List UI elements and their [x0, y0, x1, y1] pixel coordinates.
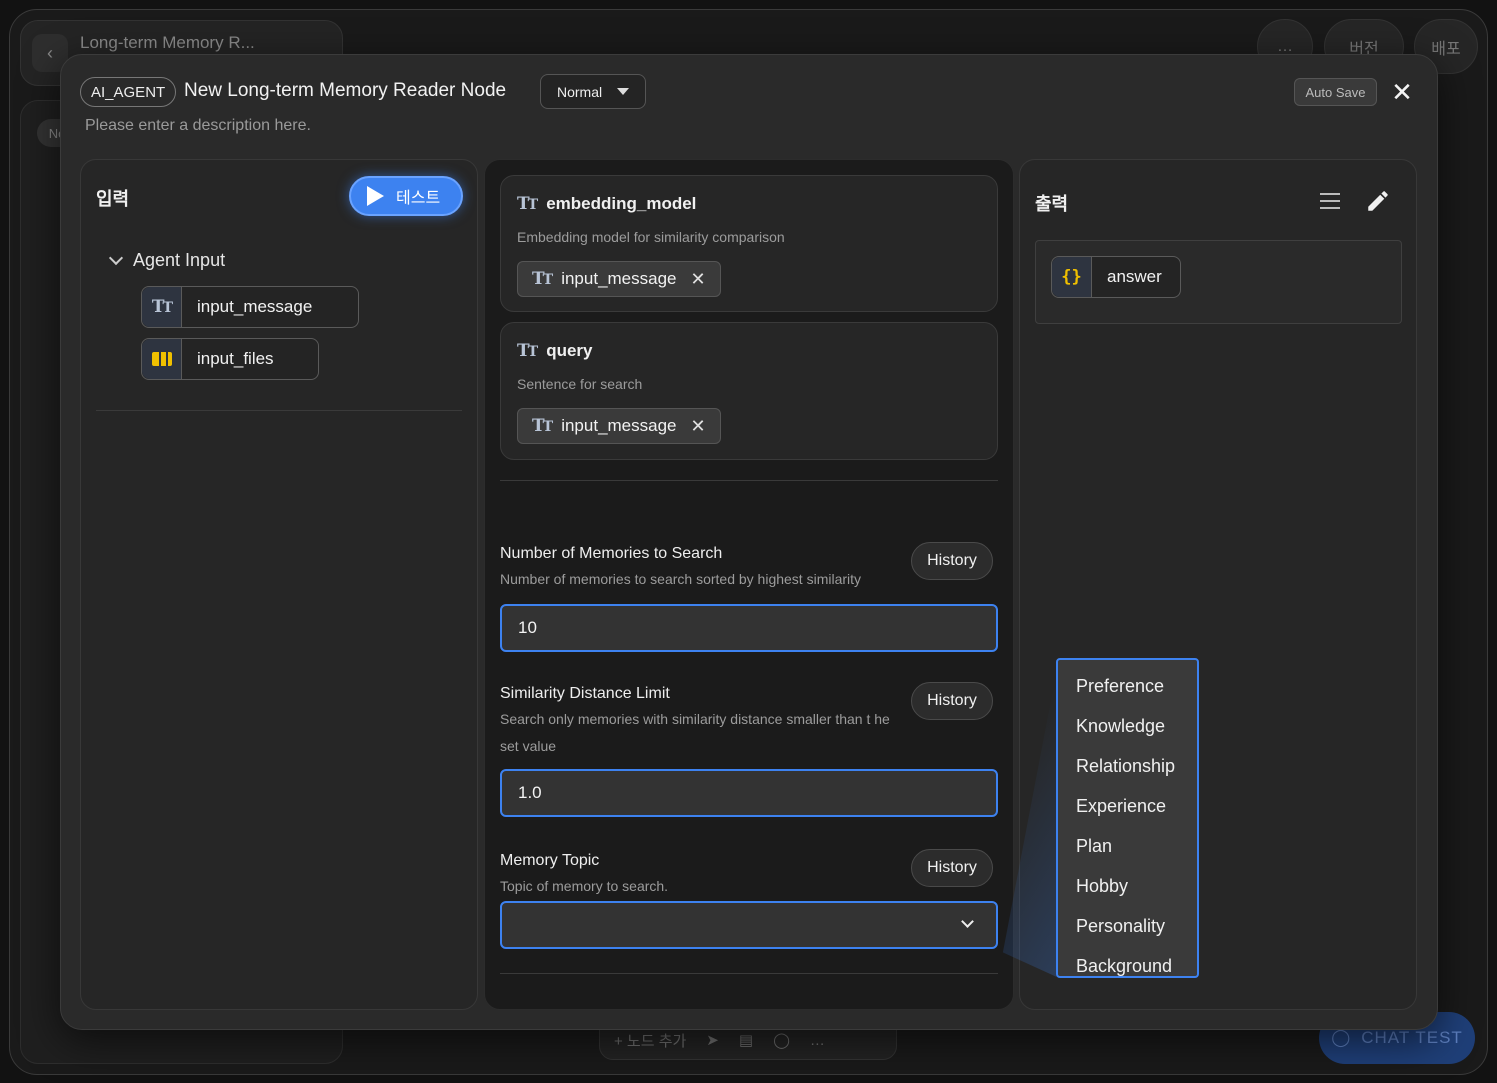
variable-label: input_files: [197, 349, 274, 368]
memory-topic-options: Preference Knowledge Relationship Experi…: [1056, 658, 1199, 978]
input-variable-message[interactable]: TT input_message: [141, 286, 359, 328]
option-preference[interactable]: Preference: [1058, 666, 1197, 706]
query-chip[interactable]: TT input_message ✕: [517, 408, 721, 444]
chip-label: input_message: [561, 269, 677, 288]
num-memories-label: Number of Memories to Search: [500, 545, 723, 562]
memory-topic-help: Topic of memory to search.: [500, 878, 669, 894]
text-type-icon: TT: [532, 269, 553, 289]
cursor-icon[interactable]: ➤: [706, 1031, 719, 1049]
memory-topic-label: Memory Topic: [500, 852, 600, 869]
card-title: TT query: [517, 341, 593, 361]
files-icon: [142, 339, 182, 379]
query-title: query: [546, 341, 593, 360]
text-type-icon: TT: [532, 416, 553, 436]
toolbar-more-button[interactable]: …: [810, 1032, 825, 1049]
chevron-down-icon: [108, 250, 124, 265]
remove-icon[interactable]: ✕: [691, 269, 706, 290]
option-plan[interactable]: Plan: [1058, 826, 1197, 866]
agent-input-label: Agent Input: [133, 250, 226, 270]
chat-test-label: CHAT TEST: [1361, 1028, 1463, 1047]
node-title[interactable]: New Long-term Memory Reader Node: [184, 80, 506, 102]
memory-topic-select[interactable]: [500, 901, 998, 949]
remove-icon[interactable]: ✕: [691, 416, 706, 437]
mode-value: Normal: [557, 83, 603, 100]
parameters-panel: TT embedding_model Embedding model for s…: [484, 159, 1014, 1010]
option-hobby[interactable]: Hobby: [1058, 866, 1197, 906]
chat-icon: ◯: [1331, 1028, 1352, 1047]
output-variables-box: {} answer: [1035, 240, 1402, 324]
param-card-embedding-model: TT embedding_model Embedding model for s…: [500, 175, 998, 312]
pencil-icon[interactable]: [1365, 188, 1391, 219]
text-type-icon: TT: [517, 341, 538, 361]
input-divider: [96, 410, 462, 411]
option-personality[interactable]: Personality: [1058, 906, 1197, 946]
similarity-input[interactable]: 1.0: [500, 769, 998, 817]
comment-icon[interactable]: ◯: [773, 1031, 790, 1049]
embedding-model-chip[interactable]: TT input_message ✕: [517, 261, 721, 297]
caret-down-icon: [617, 88, 629, 95]
chevron-left-icon: ‹: [47, 42, 53, 63]
embedding-model-desc: Embedding model for similarity compariso…: [517, 229, 785, 245]
text-type-icon: TT: [142, 287, 182, 327]
add-node-button[interactable]: + 노드 추가: [614, 1030, 686, 1051]
input-panel: 입력 테스트 Agent Input TT input_message inpu…: [80, 159, 478, 1010]
text-type-icon: TT: [517, 194, 538, 214]
num-memories-history-button[interactable]: History: [911, 542, 993, 580]
description-input[interactable]: Please enter a description here.: [85, 117, 311, 135]
option-background[interactable]: Background: [1058, 946, 1197, 986]
option-knowledge[interactable]: Knowledge: [1058, 706, 1197, 746]
test-button-label: 테스트: [396, 190, 441, 207]
option-relationship[interactable]: Relationship: [1058, 746, 1197, 786]
embedding-model-title: embedding_model: [546, 194, 697, 213]
mid-bottom-divider: [500, 973, 998, 974]
output-heading: 출력: [1035, 194, 1069, 214]
node-type-chip: AI_AGENT: [80, 77, 177, 107]
num-memories-input[interactable]: 10: [500, 604, 998, 652]
num-memories-help: Number of memories to search sorted by h…: [500, 571, 862, 587]
mid-divider: [500, 480, 998, 481]
similarity-label: Similarity Distance Limit: [500, 685, 670, 702]
note-icon[interactable]: ▤: [739, 1031, 753, 1049]
option-experience[interactable]: Experience: [1058, 786, 1197, 826]
flow-title: Long-term Memory R...: [80, 33, 255, 52]
chip-label: input_message: [561, 416, 677, 435]
variable-label: input_message: [197, 297, 313, 316]
menu-icon[interactable]: [1320, 193, 1340, 214]
play-icon: [367, 186, 384, 206]
mode-select[interactable]: Normal: [540, 74, 646, 109]
card-title: TT embedding_model: [517, 194, 696, 214]
variable-label: answer: [1107, 267, 1162, 286]
param-card-query: TT query Sentence for search TT input_me…: [500, 322, 998, 460]
input-heading: 입력: [96, 189, 130, 209]
similarity-history-button[interactable]: History: [911, 682, 993, 720]
agent-input-toggle[interactable]: Agent Input: [108, 250, 226, 271]
close-icon[interactable]: ✕: [1389, 79, 1415, 105]
test-button[interactable]: 테스트: [349, 176, 463, 216]
similarity-help: Search only memories with similarity dis…: [500, 711, 890, 754]
memory-topic-history-button[interactable]: History: [911, 849, 993, 887]
chevron-down-icon: [961, 915, 974, 928]
input-variable-files[interactable]: input_files: [141, 338, 319, 380]
query-desc: Sentence for search: [517, 376, 643, 392]
output-variable-answer[interactable]: {} answer: [1051, 256, 1181, 298]
auto-save-button[interactable]: Auto Save: [1294, 78, 1377, 106]
braces-icon: {}: [1052, 257, 1092, 297]
